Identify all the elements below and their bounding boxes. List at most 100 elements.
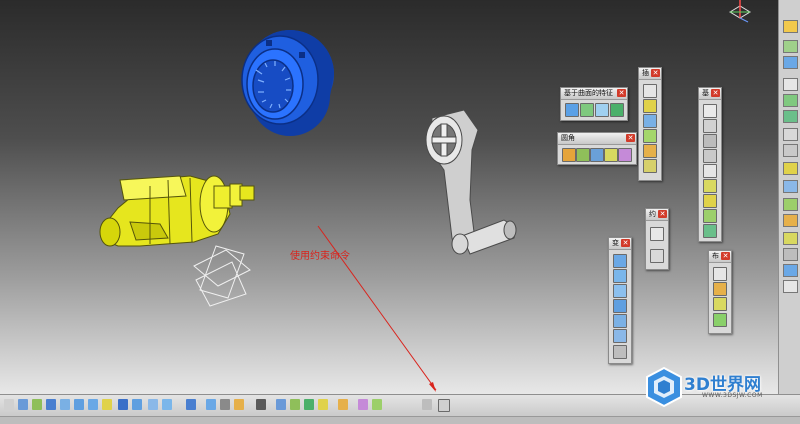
quick-view-icon[interactable] <box>118 399 128 410</box>
toolbar-icon[interactable] <box>783 162 798 175</box>
toolbar-icon[interactable] <box>783 214 798 227</box>
toolbar-dress-up[interactable]: 圆角 ✕ <box>557 132 637 165</box>
output-icon[interactable] <box>318 399 328 410</box>
line-icon[interactable] <box>643 99 657 113</box>
thickness-icon[interactable] <box>618 148 632 162</box>
split-icon[interactable] <box>565 103 579 117</box>
add-icon[interactable] <box>713 282 727 296</box>
close-icon[interactable]: ✕ <box>617 89 626 97</box>
translation-icon[interactable] <box>613 254 627 268</box>
remove-icon[interactable] <box>713 297 727 311</box>
catalog-icon[interactable] <box>256 399 266 410</box>
close-surface-icon[interactable] <box>595 103 609 117</box>
select-icon[interactable] <box>4 399 14 410</box>
fly-mode-icon[interactable] <box>18 399 28 410</box>
toolbar-icon[interactable] <box>783 198 798 211</box>
constraint-command-icon[interactable] <box>438 399 450 412</box>
measure-inertia-icon[interactable] <box>220 399 230 410</box>
scaling-icon[interactable] <box>613 345 627 359</box>
toolbar-constraints[interactable]: 约 ✕ <box>645 208 669 270</box>
toolbar-title-text: 基 <box>702 89 709 97</box>
hole-icon[interactable] <box>703 164 717 178</box>
plane-icon[interactable] <box>643 114 657 128</box>
symmetry-icon[interactable] <box>613 284 627 298</box>
hide-show-icon[interactable] <box>148 399 158 410</box>
analysis-icon[interactable] <box>358 399 368 410</box>
slot-icon[interactable] <box>703 194 717 208</box>
toolbar-icon[interactable] <box>783 94 798 107</box>
measure-item-icon[interactable] <box>206 399 216 410</box>
toolbar-icon[interactable] <box>783 144 798 157</box>
rib-icon[interactable] <box>703 179 717 193</box>
close-icon[interactable]: ✕ <box>721 252 730 260</box>
toolbar-icon[interactable] <box>783 110 798 123</box>
toolbar-icon[interactable] <box>783 56 798 69</box>
normal-view-icon[interactable] <box>102 399 112 410</box>
toolbar-icon[interactable] <box>783 248 798 261</box>
groove-icon[interactable] <box>703 149 717 163</box>
fit-all-icon[interactable] <box>32 399 42 410</box>
view-mode-icon[interactable] <box>132 399 142 410</box>
intersect-icon[interactable] <box>643 144 657 158</box>
measure-icon[interactable] <box>186 399 196 410</box>
close-icon[interactable]: ✕ <box>711 89 720 97</box>
constraint-defined-icon[interactable] <box>650 249 664 263</box>
toolbar-title-text: 约 <box>649 210 656 218</box>
pan-icon[interactable] <box>46 399 56 410</box>
3d-viewport[interactable]: 使用约束命令 基于曲面的特征 ✕ 圆角 ✕ 插 ✕ 基 ✕ 约 ✕ 变 ✕ 布 … <box>0 0 778 394</box>
toolbar-boolean[interactable]: 布 ✕ <box>708 250 732 334</box>
extract-icon[interactable] <box>643 159 657 173</box>
constraint-icon[interactable] <box>650 227 664 241</box>
circular-pattern-icon[interactable] <box>613 329 627 343</box>
stiffener-icon[interactable] <box>703 209 717 223</box>
toolbar-title-text: 布 <box>712 252 719 260</box>
fillet-icon[interactable] <box>562 148 576 162</box>
close-icon[interactable]: ✕ <box>626 134 635 142</box>
rotate-icon[interactable] <box>60 399 70 410</box>
right-docked-toolbar[interactable] <box>778 0 800 395</box>
zoom-out-icon[interactable] <box>88 399 98 410</box>
project-icon[interactable] <box>643 129 657 143</box>
toolbar-icon[interactable] <box>783 280 798 293</box>
intersect-body-icon[interactable] <box>713 313 727 327</box>
toolbar-title-text: 基于曲面的特征 <box>564 89 613 97</box>
sketch-icon[interactable] <box>276 399 286 410</box>
toolbar-transformations[interactable]: 变 ✕ <box>608 237 632 364</box>
swap-space-icon[interactable] <box>162 399 172 410</box>
pocket-icon[interactable] <box>703 119 717 133</box>
rotation-icon[interactable] <box>613 269 627 283</box>
point-icon[interactable] <box>643 84 657 98</box>
thick-surface-icon[interactable] <box>580 103 594 117</box>
loft-icon[interactable] <box>703 224 717 238</box>
draft-icon[interactable] <box>590 148 604 162</box>
draft-analysis-icon[interactable] <box>372 399 382 410</box>
apply-material-icon[interactable] <box>234 399 244 410</box>
toolbar-icon[interactable] <box>783 20 798 33</box>
shaft-icon[interactable] <box>703 134 717 148</box>
pad-icon[interactable] <box>703 104 717 118</box>
toolbar-sketch-based[interactable]: 基 ✕ <box>698 87 722 242</box>
zoom-icon[interactable] <box>74 399 84 410</box>
mirror-icon[interactable] <box>613 299 627 313</box>
sew-surface-icon[interactable] <box>610 103 624 117</box>
plane-tools-icon[interactable] <box>304 399 314 410</box>
chamfer-icon[interactable] <box>576 148 590 162</box>
watermark: 3D世界网 WWW.3DSJW.COM <box>644 366 794 412</box>
toolbar-icon[interactable] <box>783 128 798 141</box>
close-icon[interactable]: ✕ <box>651 69 660 77</box>
close-icon[interactable]: ✕ <box>658 210 667 218</box>
sketch-tools-icon[interactable] <box>290 399 300 410</box>
knowledge-icon[interactable] <box>338 399 348 410</box>
shell-icon[interactable] <box>604 148 618 162</box>
rectangular-pattern-icon[interactable] <box>613 314 627 328</box>
toolbar-icon[interactable] <box>783 232 798 245</box>
annotation-icon[interactable] <box>422 399 432 410</box>
toolbar-icon[interactable] <box>783 78 798 91</box>
toolbar-insert-tools[interactable]: 插 ✕ <box>638 67 662 181</box>
toolbar-icon[interactable] <box>783 264 798 277</box>
toolbar-icon[interactable] <box>783 180 798 193</box>
assemble-icon[interactable] <box>713 267 727 281</box>
toolbar-icon[interactable] <box>783 40 798 53</box>
close-icon[interactable]: ✕ <box>621 239 630 247</box>
toolbar-surface-based-features[interactable]: 基于曲面的特征 ✕ <box>560 87 628 121</box>
